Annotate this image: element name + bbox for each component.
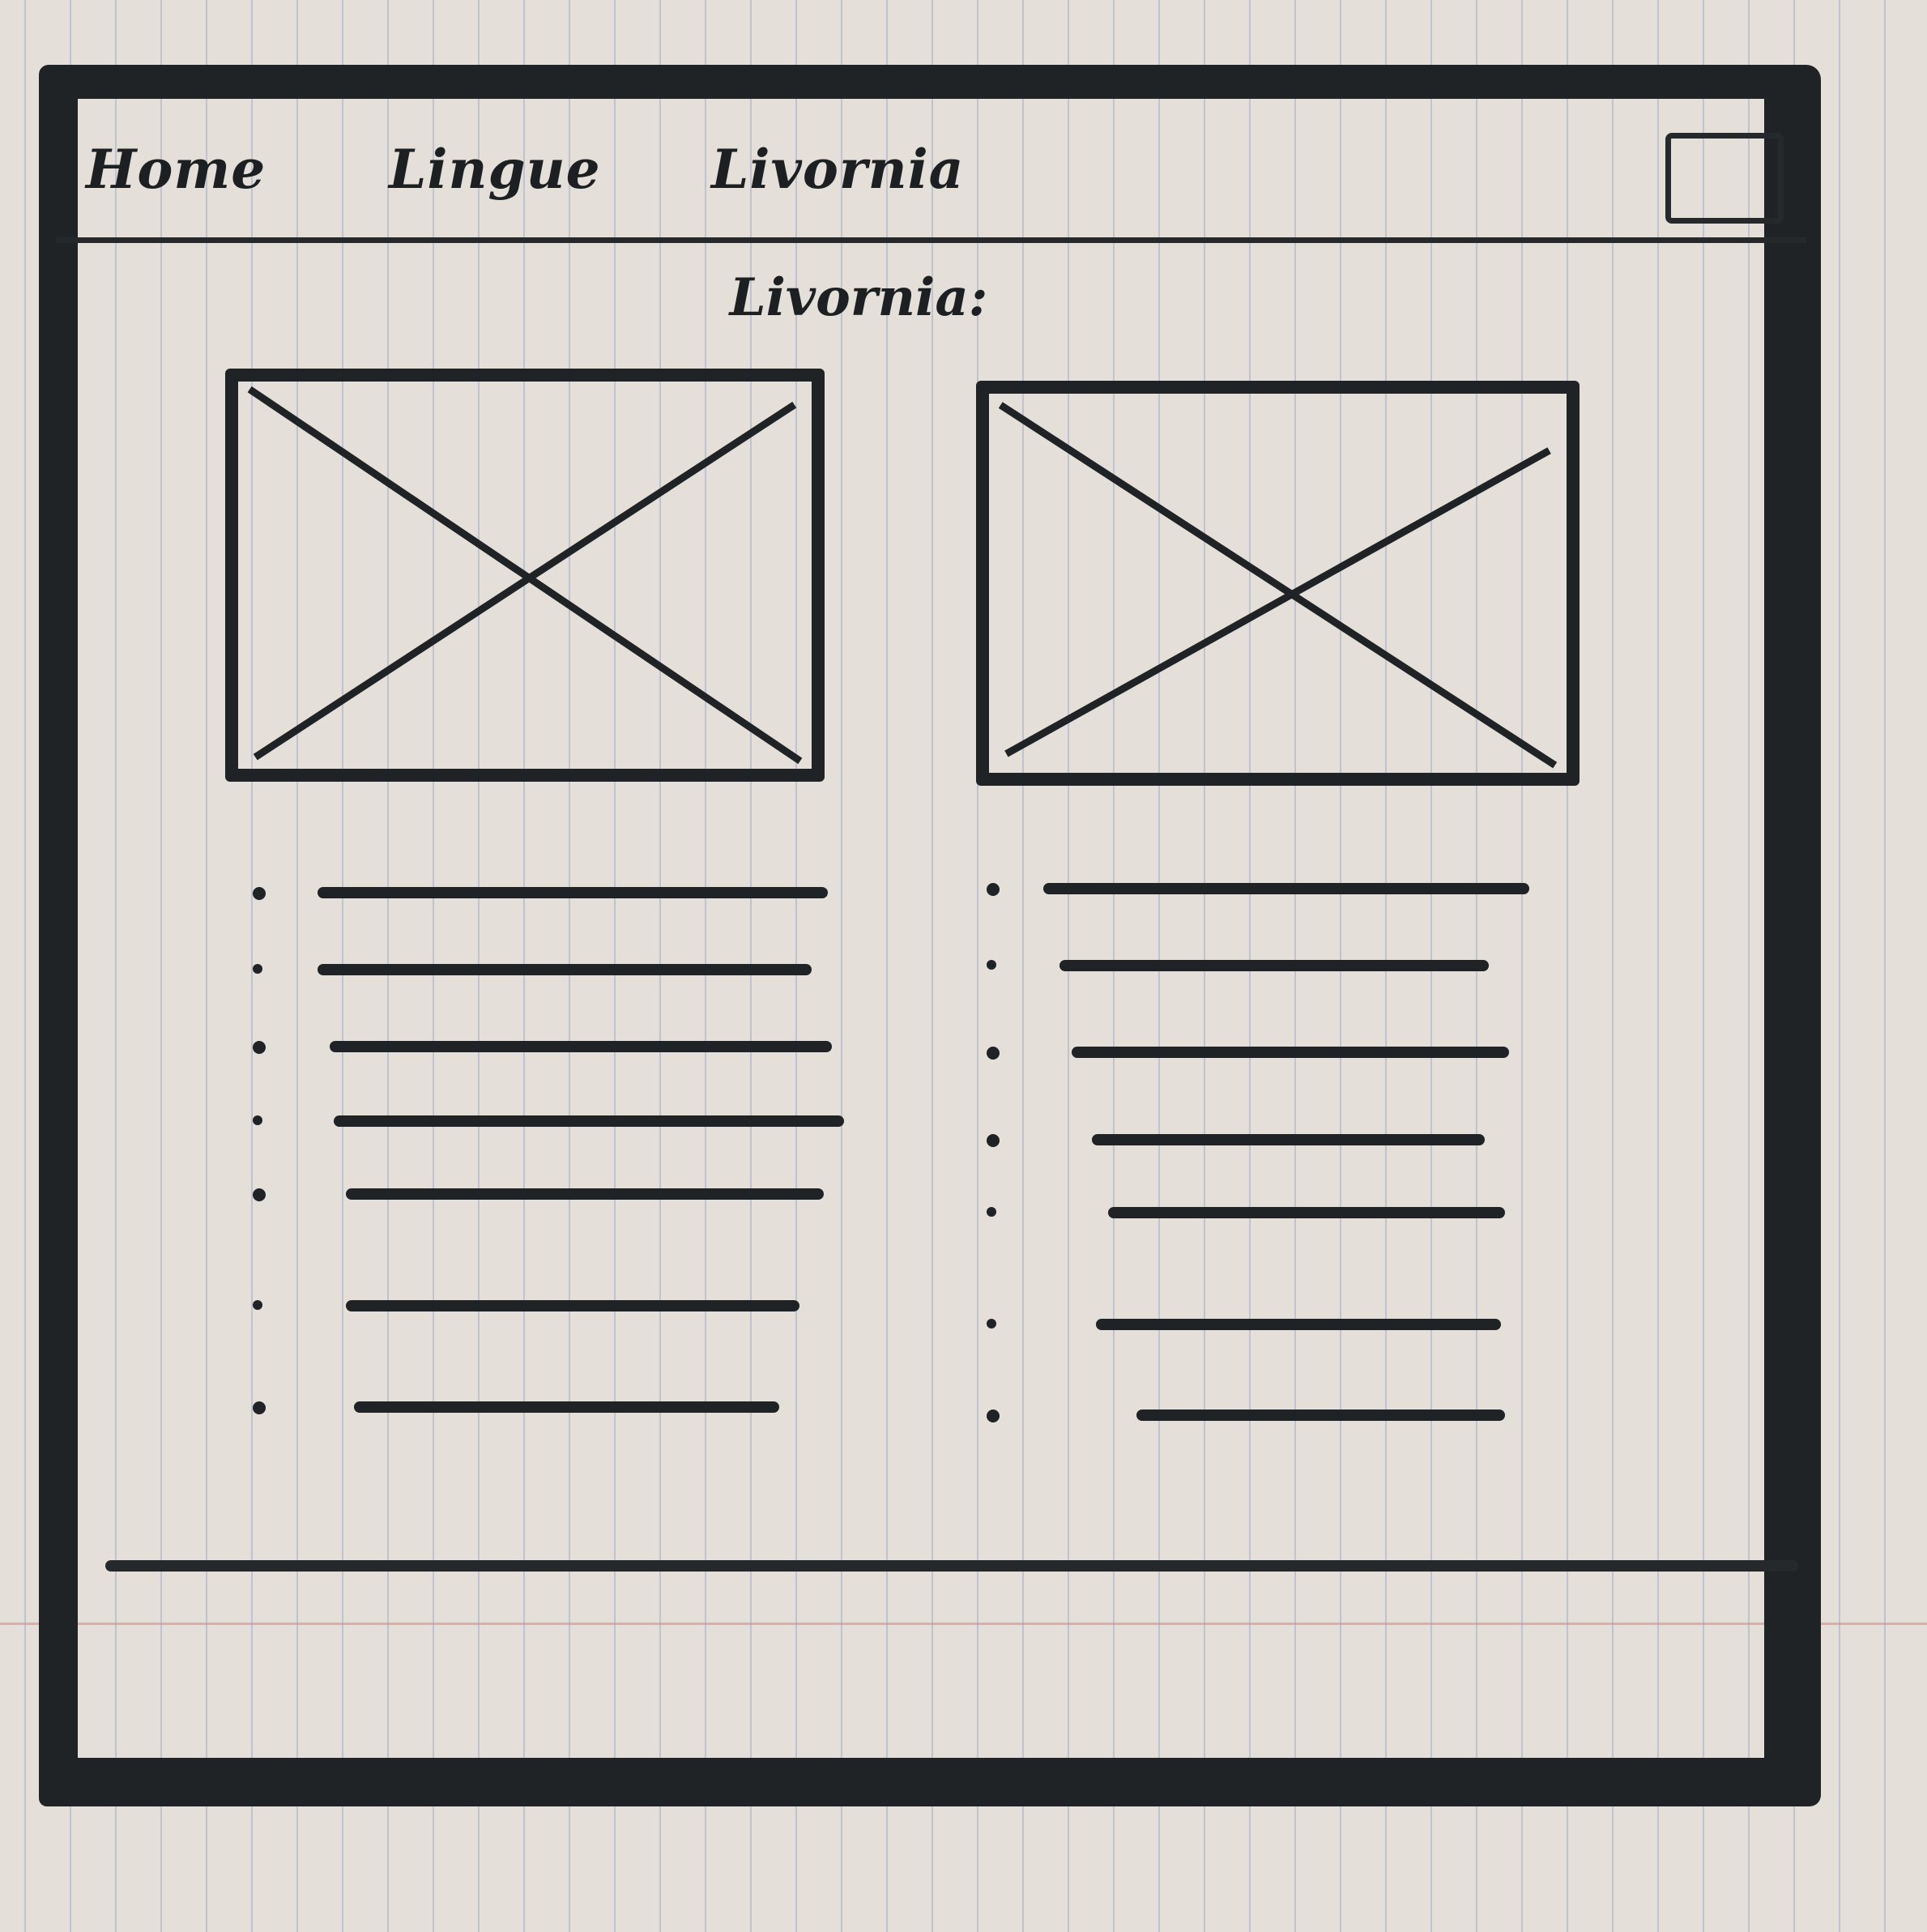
bullet-dot [987, 883, 1000, 896]
placeholder-text-line [354, 1401, 779, 1413]
placeholder-text-line [1072, 1047, 1509, 1058]
nav-item-lingue[interactable]: Lingue [389, 138, 601, 201]
placeholder-text-line [1108, 1207, 1505, 1218]
placeholder-text-line [346, 1188, 824, 1200]
bullet-dot [253, 1300, 262, 1310]
page-title: Livornia: [729, 267, 988, 328]
placeholder-text-line [1092, 1134, 1485, 1145]
image-placeholder-left [225, 369, 825, 782]
placeholder-text-line [330, 1041, 832, 1052]
bullet-dot [987, 960, 996, 970]
bullet-dot [987, 1047, 1000, 1060]
image-placeholder-icon [989, 394, 1567, 773]
placeholder-text-line [334, 1115, 844, 1127]
placeholder-text-line [1096, 1319, 1501, 1330]
bullet-dot [987, 1134, 1000, 1147]
bullet-dot [253, 964, 262, 974]
nav-item-livornia[interactable]: Livornia [711, 138, 964, 201]
bullet-dot [253, 1188, 266, 1201]
placeholder-text-line [1059, 960, 1489, 971]
bullet-dot [987, 1410, 1000, 1422]
placeholder-text-line [318, 887, 828, 898]
top-navbar: Home Lingue Livornia [57, 105, 1806, 243]
footer-divider [105, 1560, 1798, 1572]
bullet-dot [253, 1041, 266, 1054]
placeholder-text-line [346, 1300, 799, 1311]
bullet-dot [987, 1319, 996, 1329]
square-icon[interactable] [1665, 133, 1784, 224]
nav-item-home[interactable]: Home [86, 138, 266, 201]
image-placeholder-right [976, 381, 1580, 786]
bullet-list-left [253, 887, 844, 1422]
bullet-dot [253, 1401, 266, 1414]
image-placeholder-icon [238, 382, 812, 769]
bullet-dot [987, 1207, 996, 1217]
placeholder-text-line [1043, 883, 1529, 894]
bullet-list-right [987, 883, 1554, 1434]
placeholder-text-line [1136, 1410, 1505, 1421]
bullet-dot [253, 1115, 262, 1125]
bullet-dot [253, 887, 266, 900]
placeholder-text-line [318, 964, 812, 975]
